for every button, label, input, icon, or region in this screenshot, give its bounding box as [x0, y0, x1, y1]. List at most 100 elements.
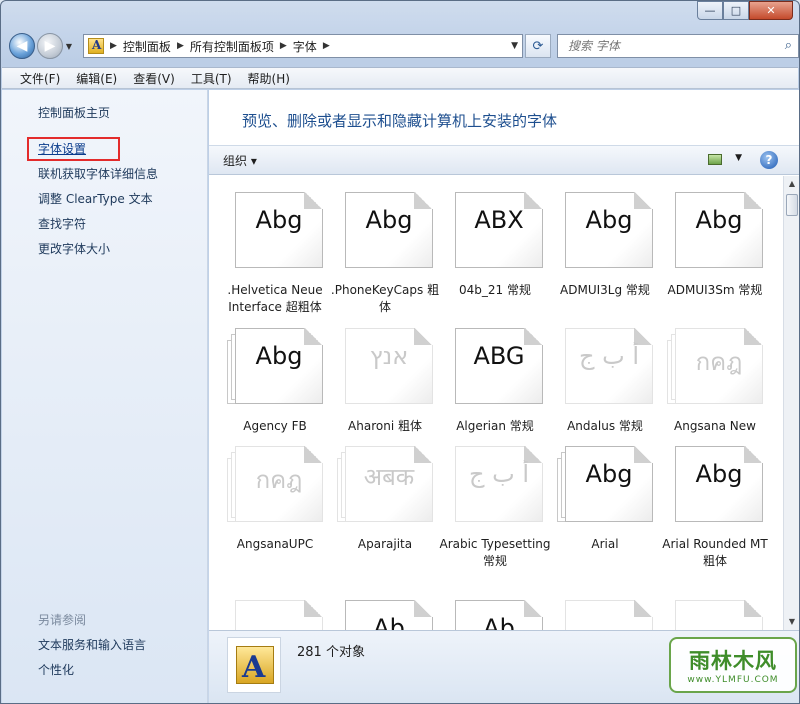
view-options-icon[interactable]: [708, 154, 722, 165]
font-family-icon: Abg: [557, 446, 653, 522]
font-sample: Ab: [483, 614, 515, 630]
font-sample: Abg: [695, 460, 743, 488]
font-family-icon: अबक: [337, 446, 433, 522]
font-sample: ABX: [474, 206, 524, 234]
font-sample: Abg: [365, 206, 413, 234]
vertical-scrollbar[interactable]: ▲ ▼: [783, 176, 799, 630]
chevron-right-icon[interactable]: ▶: [321, 41, 332, 51]
font-name: Aharoni 粗体: [348, 419, 422, 433]
back-button[interactable]: ◀: [9, 33, 35, 59]
change-font-size-link[interactable]: 更改字体大小: [38, 240, 110, 257]
font-sample: אנץ: [369, 342, 409, 370]
font-sample: Ab: [373, 614, 405, 630]
font-family-icon: กคฎ: [227, 446, 323, 522]
font-icon: Ab: [447, 600, 543, 630]
font-name: AngsanaUPC: [236, 537, 314, 551]
font-sample: أ ب ج: [468, 460, 529, 488]
font-sample: กคฎ: [255, 466, 303, 494]
watermark-url: www.YLMFU.COM: [687, 675, 779, 685]
font-icon: ABG: [447, 328, 543, 404]
font-icon: Abg: [667, 446, 763, 522]
help-icon[interactable]: ?: [760, 151, 778, 169]
see-also-heading: 另请参阅: [38, 613, 87, 627]
font-name: ADMUI3Sm 常规: [667, 283, 763, 297]
adjust-cleartype-link[interactable]: 调整 ClearType 文本: [38, 190, 153, 207]
scrollbar-thumb[interactable]: [786, 194, 798, 216]
font-sample: Abg: [255, 342, 303, 370]
font-sample: กคฎ: [695, 348, 743, 376]
chevron-right-icon[interactable]: ▶: [175, 41, 186, 51]
maximize-button[interactable]: □: [723, 1, 749, 20]
search-box[interactable]: ⌕: [557, 34, 799, 58]
font-name: ADMUI3Lg 常规: [560, 283, 650, 297]
forward-button[interactable]: ▶: [37, 33, 63, 59]
font-grid: Abg .Helvetica Neue Interface 超粗体 Abg .Phon…: [209, 176, 777, 630]
font-icon: أ ب ج: [447, 446, 543, 522]
font-name: Aparajita: [357, 537, 413, 551]
font-icon: Abg: [557, 192, 653, 268]
close-button[interactable]: ✕: [749, 1, 793, 20]
navigation-pane: 控制面板主页 字体设置 联机获取字体详细信息 调整 ClearType 文本 查…: [2, 90, 208, 703]
search-input[interactable]: [568, 39, 768, 53]
font-name: Andalus 常规: [567, 419, 643, 433]
minimize-button[interactable]: —: [697, 1, 723, 20]
breadcrumb-all-items[interactable]: 所有控制面板项: [186, 38, 278, 55]
organize-button[interactable]: 组织 ▾: [223, 152, 257, 169]
menu-tools[interactable]: 工具(T): [183, 70, 240, 87]
breadcrumb-fonts[interactable]: 字体: [289, 38, 321, 55]
scroll-down-icon[interactable]: ▼: [784, 614, 799, 630]
address-bar[interactable]: ▶ 控制面板 ▶ 所有控制面板项 ▶ 字体 ▶ ▼: [83, 34, 523, 58]
menu-view[interactable]: 查看(V): [125, 70, 183, 87]
font-family-icon: Abg: [227, 328, 323, 404]
fonts-folder-icon: [88, 38, 104, 54]
personalization-link[interactable]: 个性化: [38, 661, 74, 678]
recent-pages-dropdown[interactable]: ▼: [63, 42, 75, 51]
caption-buttons: — □ ✕: [697, 1, 793, 20]
find-character-link[interactable]: 查找字符: [38, 215, 86, 232]
font-name: Arabic Typesetting 常规: [439, 537, 551, 568]
search-icon[interactable]: ⌕: [785, 38, 792, 53]
font-name: Agency FB: [243, 419, 307, 433]
font-icon: ABX: [447, 192, 543, 268]
font-family-icon: กคฎ: [667, 328, 763, 404]
chevron-right-icon[interactable]: ▶: [278, 41, 289, 51]
breadcrumb-control-panel[interactable]: 控制面板: [119, 38, 175, 55]
font-sample: أ ب ج: [578, 342, 639, 370]
scroll-up-icon[interactable]: ▲: [784, 176, 799, 192]
explorer-window: — □ ✕ ◀ ▶ ▼ ▶ 控制面板 ▶ 所有控制面板项 ▶ 字体 ▶ ▼ ⟳ …: [0, 0, 800, 704]
menu-edit[interactable]: 编辑(E): [68, 70, 125, 87]
font-icon: Abg: [667, 192, 763, 268]
font-name: Angsana New: [674, 419, 756, 433]
text-services-link[interactable]: 文本服务和输入语言: [38, 636, 146, 653]
font-name: Arial Rounded MT 粗体: [662, 537, 768, 568]
refresh-button[interactable]: ⟳: [525, 34, 551, 58]
chevron-down-icon[interactable]: ▼: [735, 153, 742, 163]
font-icon: [557, 600, 653, 630]
watermark-title: 雨林木风: [689, 649, 777, 673]
content-pane: 预览、删除或者显示和隐藏计算机上安装的字体 组织 ▾ ▼ ? Abg .Helve…: [209, 90, 799, 703]
address-dropdown-icon[interactable]: ▼: [511, 41, 518, 51]
font-name: Algerian 常规: [456, 419, 534, 433]
font-sample: Abg: [695, 206, 743, 234]
font-sample: Abg: [255, 206, 303, 234]
font-sample: Abg: [585, 206, 633, 234]
navigation-bar: ◀ ▶ ▼ ▶ 控制面板 ▶ 所有控制面板项 ▶ 字体 ▶ ▼ ⟳ ⌕: [9, 31, 799, 61]
get-font-info-online-link[interactable]: 联机获取字体详细信息: [38, 165, 158, 182]
font-icon: [667, 600, 763, 630]
details-letter: A: [242, 650, 266, 685]
chevron-right-icon[interactable]: ▶: [108, 41, 119, 51]
font-sample: Abg: [585, 460, 633, 488]
fonts-folder-icon: A: [227, 637, 281, 693]
menu-help[interactable]: 帮助(H): [240, 70, 298, 87]
font-icon: Abg: [227, 192, 323, 268]
menu-file[interactable]: 文件(F): [12, 70, 68, 87]
font-icon: [227, 600, 323, 630]
font-icon: Abg: [337, 192, 433, 268]
font-settings-link[interactable]: 字体设置: [38, 140, 86, 157]
font-sample: ABG: [473, 342, 525, 370]
font-name: 04b_21 常规: [459, 283, 531, 297]
control-panel-home-link[interactable]: 控制面板主页: [38, 104, 110, 121]
font-icon: Ab: [337, 600, 433, 630]
watermark-logo: 雨林木风 www.YLMFU.COM: [669, 637, 797, 693]
command-bar: 组织 ▾ ▼ ?: [209, 145, 799, 175]
